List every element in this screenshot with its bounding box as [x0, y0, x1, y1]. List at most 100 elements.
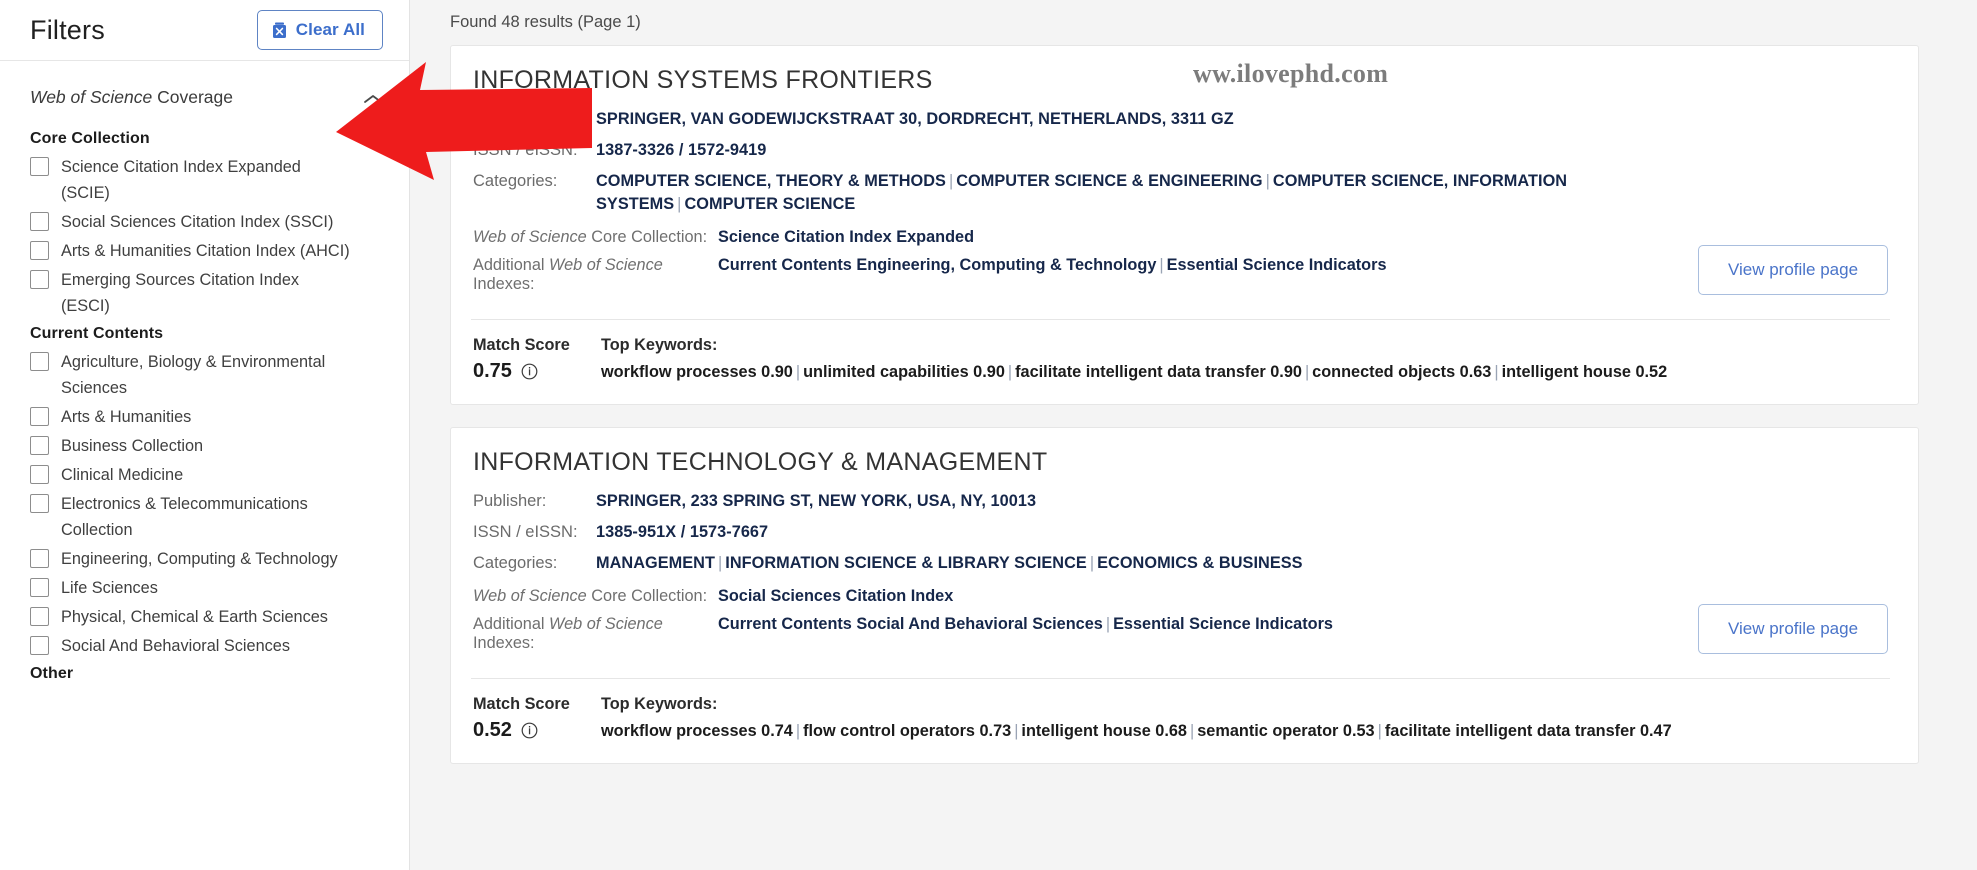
facet-checkbox-item[interactable]: Emerging Sources Citation Index (ESCI) [30, 267, 389, 319]
results-panel: Found 48 results (Page 1) INFORMATION SY… [410, 0, 1977, 870]
facet-checkbox-label: Clinical Medicine [61, 466, 184, 484]
additional-indexes-row: Additional Web of Science Indexes: Curren… [471, 615, 1890, 653]
wos-coverage-label: Web of Science Coverage [30, 87, 233, 108]
filters-header: Filters Clear All [0, 0, 409, 61]
checkbox-icon[interactable] [30, 436, 49, 455]
categories-label: Categories: [473, 172, 558, 190]
core-collection-label-rest: Core Collection: [586, 228, 708, 246]
view-profile-page-button[interactable]: View profile page [1698, 604, 1888, 654]
facet-checkbox-item[interactable]: Clinical Medicine [30, 462, 389, 488]
info-icon[interactable] [521, 722, 538, 739]
categories-row: Categories: MANAGEMENT | INFORMATION SCIENC… [471, 552, 1890, 575]
results-list: INFORMATION SYSTEMS FRONTIERS Publisher: S… [410, 32, 1977, 764]
wos-coverage-block: Web of Science Core Collection: Social Sc… [471, 587, 1890, 679]
facet-checkbox-label: Physical, Chemical & Earth Sciences [61, 608, 328, 626]
view-profile-page-button[interactable]: View profile page [1698, 245, 1888, 295]
clear-all-button[interactable]: Clear All [256, 10, 383, 50]
info-icon[interactable] [521, 363, 538, 380]
facet-checkbox-item[interactable]: Physical, Chemical & Earth Sciences [30, 604, 389, 630]
top-keywords-label: Top Keywords: [601, 695, 718, 713]
facet-checkbox-item[interactable]: Agriculture, Biology & Environmental Sci… [30, 349, 389, 401]
additional-label-italic: Web of Science [549, 256, 663, 274]
categories-label: Categories: [473, 554, 558, 572]
issn-row: ISSN / eISSN: 1387-3326 / 1572-9419 [471, 139, 1890, 162]
wos-coverage-block: Web of Science Core Collection: Science C… [471, 228, 1890, 320]
match-score-label: Match Score [473, 695, 570, 713]
facet-checkbox-label: Business Collection [61, 437, 204, 455]
additional-indexes-label: Additional Web of Science Indexes: [473, 256, 718, 294]
publisher-value: SPRINGER, 233 SPRING ST, NEW YORK, USA, … [596, 492, 1037, 510]
issn-label: ISSN / eISSN: [473, 141, 578, 159]
core-collection-label: Web of Science Core Collection: [473, 228, 718, 247]
facet-checkbox-label: Agriculture, Biology & Environmental Sci… [61, 353, 326, 397]
checkbox-icon[interactable] [30, 407, 49, 426]
issn-value: 1387-3326 / 1572-9419 [596, 141, 767, 159]
additional-label-rest: Indexes: [473, 634, 535, 652]
match-score-left: Match Score 0.52 [473, 695, 601, 742]
core-collection-value: Social Sciences Citation Index [718, 587, 954, 605]
facet-checkbox-item[interactable]: Arts & Humanities Citation Index (AHCI) [30, 238, 389, 264]
core-collection-label-italic: Web of Science [473, 587, 587, 605]
results-count: Found 48 results (Page 1) [450, 13, 641, 31]
facet-checkbox-label: Social And Behavioral Sciences [61, 637, 290, 655]
checkbox-icon[interactable] [30, 494, 49, 513]
top-keywords-block: Top Keywords: workflow processes 0.90 | unl… [601, 336, 1890, 384]
facet-checkbox-label: Electronics & Telecommunications Collect… [61, 495, 308, 539]
match-score-value: 0.75 [473, 360, 512, 382]
facet-checkbox-label: Social Sciences Citation Index (SSCI) [61, 213, 334, 231]
match-score-block: Match Score 0.75 Top Keywords: workflow pro… [471, 320, 1890, 404]
match-score-label: Match Score [473, 336, 570, 354]
issn-label: ISSN / eISSN: [473, 523, 578, 541]
checkbox-icon[interactable] [30, 578, 49, 597]
facet-checkbox-item[interactable]: Arts & Humanities [30, 404, 389, 430]
top-keywords-block: Top Keywords: workflow processes 0.74 | flo… [601, 695, 1890, 743]
checkbox-icon[interactable] [30, 241, 49, 260]
checkbox-icon[interactable] [30, 636, 49, 655]
facet-checkbox-label: Arts & Humanities Citation Index (AHCI) [61, 242, 350, 260]
facet-checkbox-item[interactable]: Electronics & Telecommunications Collect… [30, 491, 389, 543]
match-score-value-row: 0.52 [473, 719, 601, 742]
checkbox-icon[interactable] [30, 465, 49, 484]
wos-coverage-section-toggle[interactable]: Web of Science Coverage [0, 61, 409, 124]
additional-indexes-row: Additional Web of Science Indexes: Curren… [471, 256, 1890, 294]
checkbox-icon[interactable] [30, 549, 49, 568]
journal-search-page: Filters Clear All Web of Science Coverag… [0, 0, 1977, 870]
match-score-left: Match Score 0.75 [473, 336, 601, 383]
additional-prefix: Additional [473, 256, 550, 274]
issn-value: 1385-951X / 1573-7667 [596, 523, 769, 541]
trash-icon [272, 22, 287, 39]
page-title: Filters [30, 14, 105, 45]
facet-checkbox-item[interactable]: Engineering, Computing & Technology [30, 546, 389, 572]
facet-checkbox-label: Arts & Humanities [61, 408, 192, 426]
additional-prefix: Additional [473, 615, 550, 633]
facet-group-heading: Current Contents [30, 325, 164, 342]
wos-coverage-label-rest: Coverage [152, 87, 233, 107]
core-collection-value: Science Citation Index Expanded [718, 228, 975, 246]
checkbox-icon[interactable] [30, 607, 49, 626]
wos-coverage-label-italic: Web of Science [30, 87, 153, 107]
checkbox-icon[interactable] [30, 270, 49, 289]
match-score-value-row: 0.75 [473, 360, 601, 383]
chevron-up-icon[interactable] [363, 92, 383, 104]
publisher-row: Publisher: SPRINGER, 233 SPRING ST, NEW Y… [471, 490, 1890, 513]
publisher-label: Publisher: [473, 492, 547, 510]
facet-checkbox-item[interactable]: Life Sciences [30, 575, 389, 601]
facet-checkbox-item[interactable]: Social And Behavioral Sciences [30, 633, 389, 659]
publisher-value: SPRINGER, VAN GODEWIJCKSTRAAT 30, DORDRE… [596, 110, 1234, 128]
facet-checkbox-item[interactable]: Science Citation Index Expanded (SCIE) [30, 154, 389, 206]
clear-all-label: Clear All [295, 20, 365, 39]
additional-indexes-value: Current Contents Engineering, Computing … [718, 256, 1387, 274]
filters-sidebar: Filters Clear All Web of Science Coverag… [0, 0, 410, 870]
core-collection-label-rest: Core Collection: [586, 587, 708, 605]
categories-row: Categories: COMPUTER SCIENCE, THEORY & ME… [471, 170, 1890, 216]
checkbox-icon[interactable] [30, 352, 49, 371]
facet-checkbox-item[interactable]: Business Collection [30, 433, 389, 459]
publisher-label: Publisher: [473, 110, 547, 128]
additional-indexes-label: Additional Web of Science Indexes: [473, 615, 718, 653]
match-score-value: 0.52 [473, 719, 512, 741]
result-card: INFORMATION TECHNOLOGY & MANAGEMENT Publi… [450, 427, 1919, 764]
checkbox-icon[interactable] [30, 157, 49, 176]
checkbox-icon[interactable] [30, 212, 49, 231]
facet-checkbox-label: Life Sciences [61, 579, 158, 597]
facet-checkbox-item[interactable]: Social Sciences Citation Index (SSCI) [30, 209, 389, 235]
